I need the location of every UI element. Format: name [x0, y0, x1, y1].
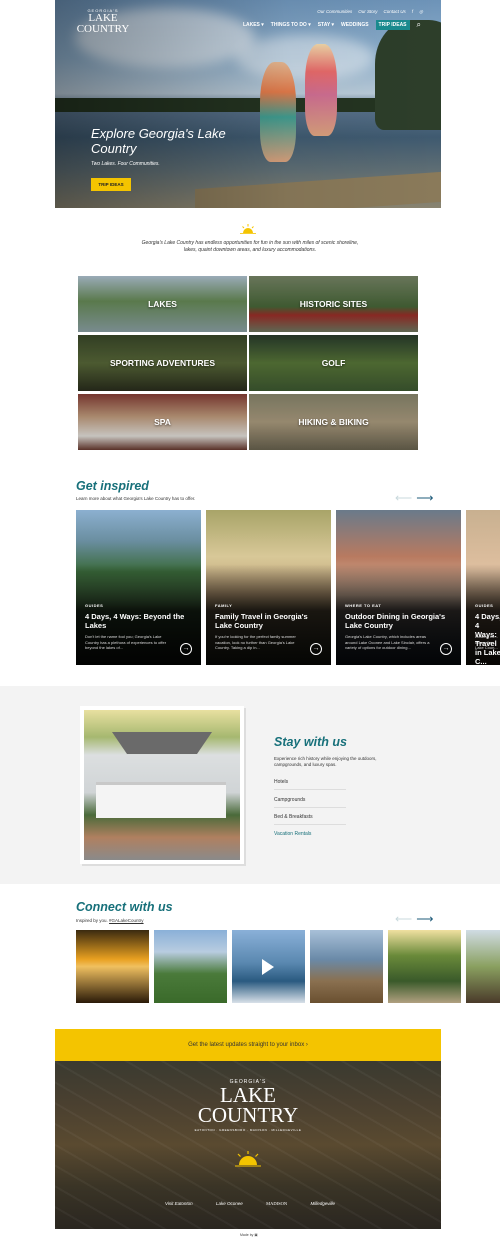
instagram-post[interactable]: [388, 930, 461, 1003]
logo-main-text: LAKE COUNTRY: [76, 12, 130, 35]
card-title[interactable]: Outdoor Dining in Georgia's Lake Country: [345, 612, 455, 630]
category-label: SPA: [78, 394, 247, 450]
intro-text: Georgia's Lake Country has endless oppor…: [141, 240, 359, 253]
arrow-circle-icon[interactable]: →: [310, 643, 322, 655]
card-title[interactable]: 4 Days, 4 Ways: Beyond the Lakes: [85, 612, 195, 630]
nav-trip-ideas-button[interactable]: TRIP IDEAS: [375, 20, 410, 30]
hero-subtitle: Two Lakes. Four Communities.: [91, 161, 160, 167]
partner-logo-milledgeville[interactable]: Milledgeville: [310, 1201, 335, 1206]
card-tag: WHERE TO EAT: [345, 603, 382, 608]
article-card[interactable]: WHERE TO EAT Outdoor Dining in Georgia's…: [336, 510, 461, 665]
made-by-text: Made by: [240, 1233, 254, 1237]
link-contact-us[interactable]: Contact Us: [384, 9, 406, 15]
article-card[interactable]: FAMILY Family Travel in Georgia's Lake C…: [206, 510, 331, 665]
category-hiking-biking[interactable]: HIKING & BIKING: [249, 394, 418, 450]
nav-things-to-do[interactable]: THINGS TO DO ▾: [271, 22, 311, 28]
card-tag: GUIDES: [85, 603, 104, 608]
connect-carousel-arrows: ⟵ ⟶: [395, 913, 433, 925]
category-spa[interactable]: SPA: [78, 394, 247, 450]
house-photo: [80, 706, 244, 864]
play-icon[interactable]: [262, 959, 274, 975]
stay-link-campgrounds[interactable]: Campgrounds: [274, 797, 346, 808]
category-label: HISTORIC SITES: [249, 276, 418, 332]
card-desc: Don't let the name fool you; Georgia's L…: [85, 634, 167, 650]
connect-subtitle-text: Inspired by you.: [76, 918, 110, 923]
partner-logo-madison[interactable]: MADISON: [266, 1201, 287, 1206]
stay-section: [0, 686, 500, 884]
utility-nav: Our Communities Our Story Contact Us f ◎: [317, 9, 423, 15]
arrow-left-icon[interactable]: ⟵: [395, 913, 412, 925]
agency-logo-icon: ▣: [254, 1233, 258, 1237]
sun-icon: [235, 1151, 261, 1167]
partner-logos: Visit Eatonton Lake Oconee MADISON Mille…: [165, 1201, 335, 1206]
category-historic-sites[interactable]: HISTORIC SITES: [249, 276, 418, 332]
nav-weddings[interactable]: WEDDINGS: [341, 22, 369, 28]
card-desc: Looking for... down, the... Lake Coun...: [475, 634, 498, 650]
search-icon[interactable]: ⌕: [417, 21, 421, 29]
stay-link-bed-breakfasts[interactable]: Bed & Breakfasts: [274, 814, 346, 825]
hero-trip-ideas-button[interactable]: TRIP IDEAS: [91, 178, 131, 191]
instagram-post[interactable]: [154, 930, 227, 1003]
link-our-communities[interactable]: Our Communities: [317, 9, 352, 15]
instagram-post[interactable]: [232, 930, 305, 1003]
house-roof: [112, 732, 212, 754]
arrow-left-icon[interactable]: ⟵: [395, 492, 412, 504]
card-tag: GUIDES: [475, 603, 494, 608]
card-desc: Georgia's Lake Country, which includes a…: [345, 634, 430, 650]
arrow-right-icon[interactable]: ⟶: [416, 913, 433, 925]
house-porch: [96, 782, 226, 818]
arrow-circle-icon[interactable]: →: [440, 643, 452, 655]
nav-lakes[interactable]: LAKES ▾: [243, 22, 264, 28]
footer-logo[interactable]: GEORGIA'S LAKE COUNTRY EATONTON · GREENS…: [185, 1079, 311, 1132]
stay-description: Experience rich history while enjoying t…: [274, 756, 377, 767]
article-card[interactable]: GUIDES 4 Days, 4 Ways: Beyond the Lakes …: [76, 510, 201, 665]
footer: GEORGIA'S LAKE COUNTRY EATONTON · GREENS…: [55, 1061, 441, 1229]
newsletter-signup-bar[interactable]: Get the latest updates straight to your …: [55, 1029, 441, 1061]
instagram-post[interactable]: [466, 930, 500, 1003]
hero-banner: GEORGIA'S LAKE COUNTRY Our Communities O…: [55, 0, 441, 208]
arrow-circle-icon[interactable]: →: [180, 643, 192, 655]
site-logo[interactable]: GEORGIA'S LAKE COUNTRY: [73, 8, 133, 35]
article-card[interactable]: GUIDES 4 Days, 4 Ways: Travel in Lake C.…: [466, 510, 500, 665]
footer-logo-communities: EATONTON · GREENSBORO · MADISON · MILLED…: [194, 1128, 302, 1132]
stay-link-hotels[interactable]: Hotels: [274, 779, 346, 790]
stay-link-vacation-rentals[interactable]: Vacation Rentals: [274, 831, 346, 841]
category-lakes[interactable]: LAKES: [78, 276, 247, 332]
inspired-carousel-arrows: ⟵ ⟶: [395, 492, 433, 504]
category-label: HIKING & BIKING: [249, 394, 418, 450]
category-label: LAKES: [78, 276, 247, 332]
hero-title: Explore Georgia's Lake Country: [91, 126, 226, 156]
footer-logo-main: LAKE COUNTRY: [197, 1083, 299, 1127]
main-nav: LAKES ▾ THINGS TO DO ▾ STAY ▾ WEDDINGS T…: [243, 20, 421, 30]
instagram-post[interactable]: [310, 930, 383, 1003]
category-sporting-adventures[interactable]: SPORTING ADVENTURES: [78, 335, 247, 391]
partner-logo-lake-oconee[interactable]: Lake Oconee: [216, 1201, 243, 1206]
instagram-post[interactable]: [76, 930, 149, 1003]
hashtag-link[interactable]: #GALakeCountry: [109, 918, 144, 923]
facebook-icon[interactable]: f: [412, 9, 413, 15]
category-label: SPORTING ADVENTURES: [78, 335, 247, 391]
made-by-credit[interactable]: Made by ▣: [240, 1233, 258, 1237]
link-our-story[interactable]: Our Story: [358, 9, 377, 15]
card-desc: If you're looking for the perfect family…: [215, 634, 296, 650]
category-golf[interactable]: GOLF: [249, 335, 418, 391]
card-tag: FAMILY: [215, 603, 233, 608]
stay-heading: Stay with us: [274, 735, 347, 749]
partner-logo-eatonton[interactable]: Visit Eatonton: [165, 1201, 193, 1206]
nav-stay[interactable]: STAY ▾: [318, 22, 334, 28]
connect-subtitle: Inspired by you. #GALakeCountry: [76, 918, 144, 923]
connect-heading: Connect with us: [76, 900, 173, 914]
inspired-heading: Get inspired: [76, 479, 149, 493]
category-label: GOLF: [249, 335, 418, 391]
instagram-icon[interactable]: ◎: [419, 9, 423, 15]
sun-icon: [240, 224, 256, 234]
arrow-right-icon[interactable]: ⟶: [416, 492, 433, 504]
card-title[interactable]: Family Travel in Georgia's Lake Country: [215, 612, 325, 630]
inspired-subtitle: Learn more about what Georgia's Lake Cou…: [76, 496, 196, 501]
